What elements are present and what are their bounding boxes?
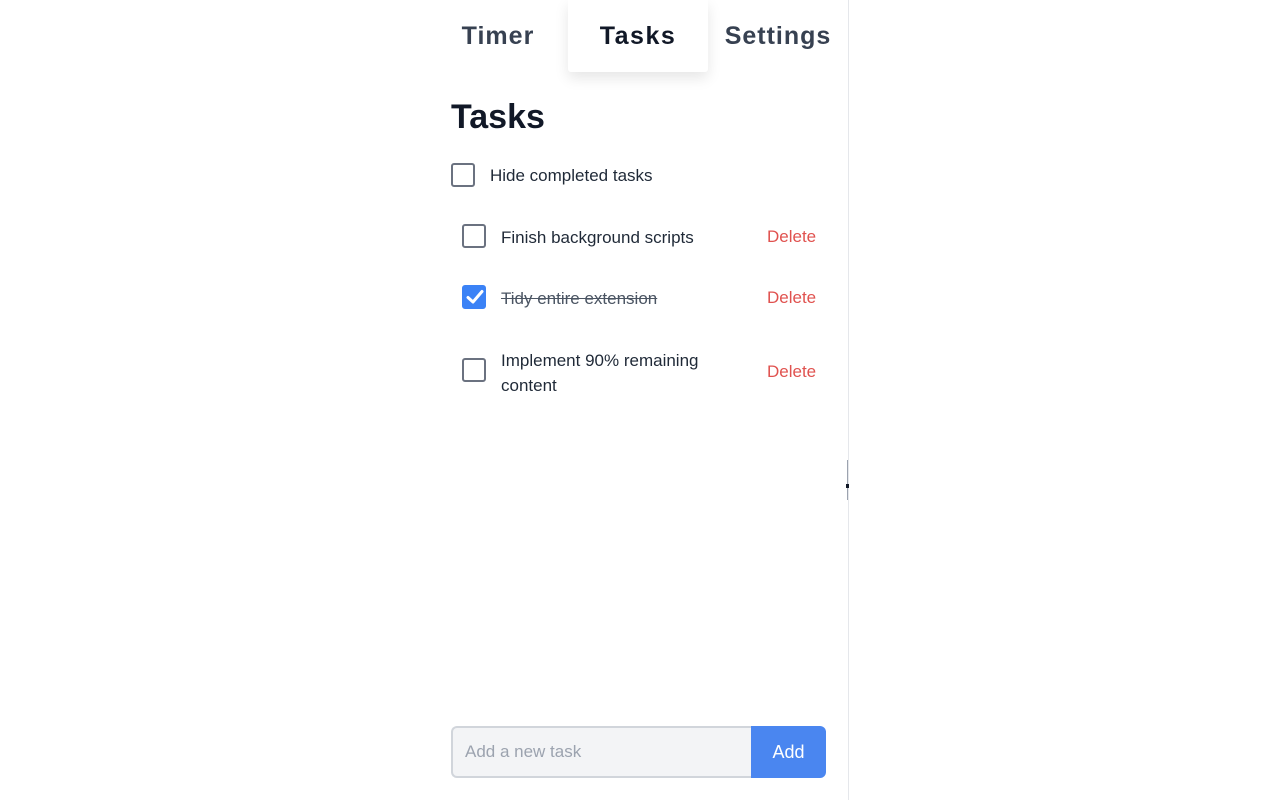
popup-panel: Timer Tasks Settings Tasks Hide complete… [0, 0, 849, 800]
task-item: Tidy entire extension Delete [440, 285, 830, 313]
task-checkbox[interactable] [462, 285, 486, 309]
tab-settings[interactable]: Settings [708, 0, 848, 72]
hide-completed-checkbox[interactable] [451, 163, 475, 187]
tab-tasks[interactable]: Tasks [568, 0, 708, 72]
new-task-input[interactable] [451, 726, 752, 778]
page-title: Tasks [451, 98, 545, 136]
panel-splitter[interactable] [847, 460, 848, 500]
task-item: Finish background scripts Delete [440, 224, 830, 252]
task-label: Finish background scripts [501, 228, 694, 247]
tab-bar: Timer Tasks Settings [428, 0, 848, 72]
panel-splitter-handle[interactable] [846, 484, 849, 488]
task-checkbox[interactable] [462, 358, 486, 382]
add-task-button[interactable]: Add [751, 726, 826, 778]
delete-task-button[interactable]: Delete [767, 227, 816, 247]
hide-completed-label: Hide completed tasks [490, 166, 653, 185]
task-label: Tidy entire extension [501, 289, 658, 308]
delete-task-button[interactable]: Delete [767, 288, 816, 308]
check-icon [466, 290, 484, 304]
delete-task-button[interactable]: Delete [767, 362, 816, 382]
task-label: Implement 90% remaining content [501, 351, 699, 395]
task-item: Implement 90% remaining content Delete [440, 348, 830, 398]
task-checkbox[interactable] [462, 224, 486, 248]
add-task-form: Add [451, 726, 826, 778]
tab-timer[interactable]: Timer [428, 0, 568, 72]
